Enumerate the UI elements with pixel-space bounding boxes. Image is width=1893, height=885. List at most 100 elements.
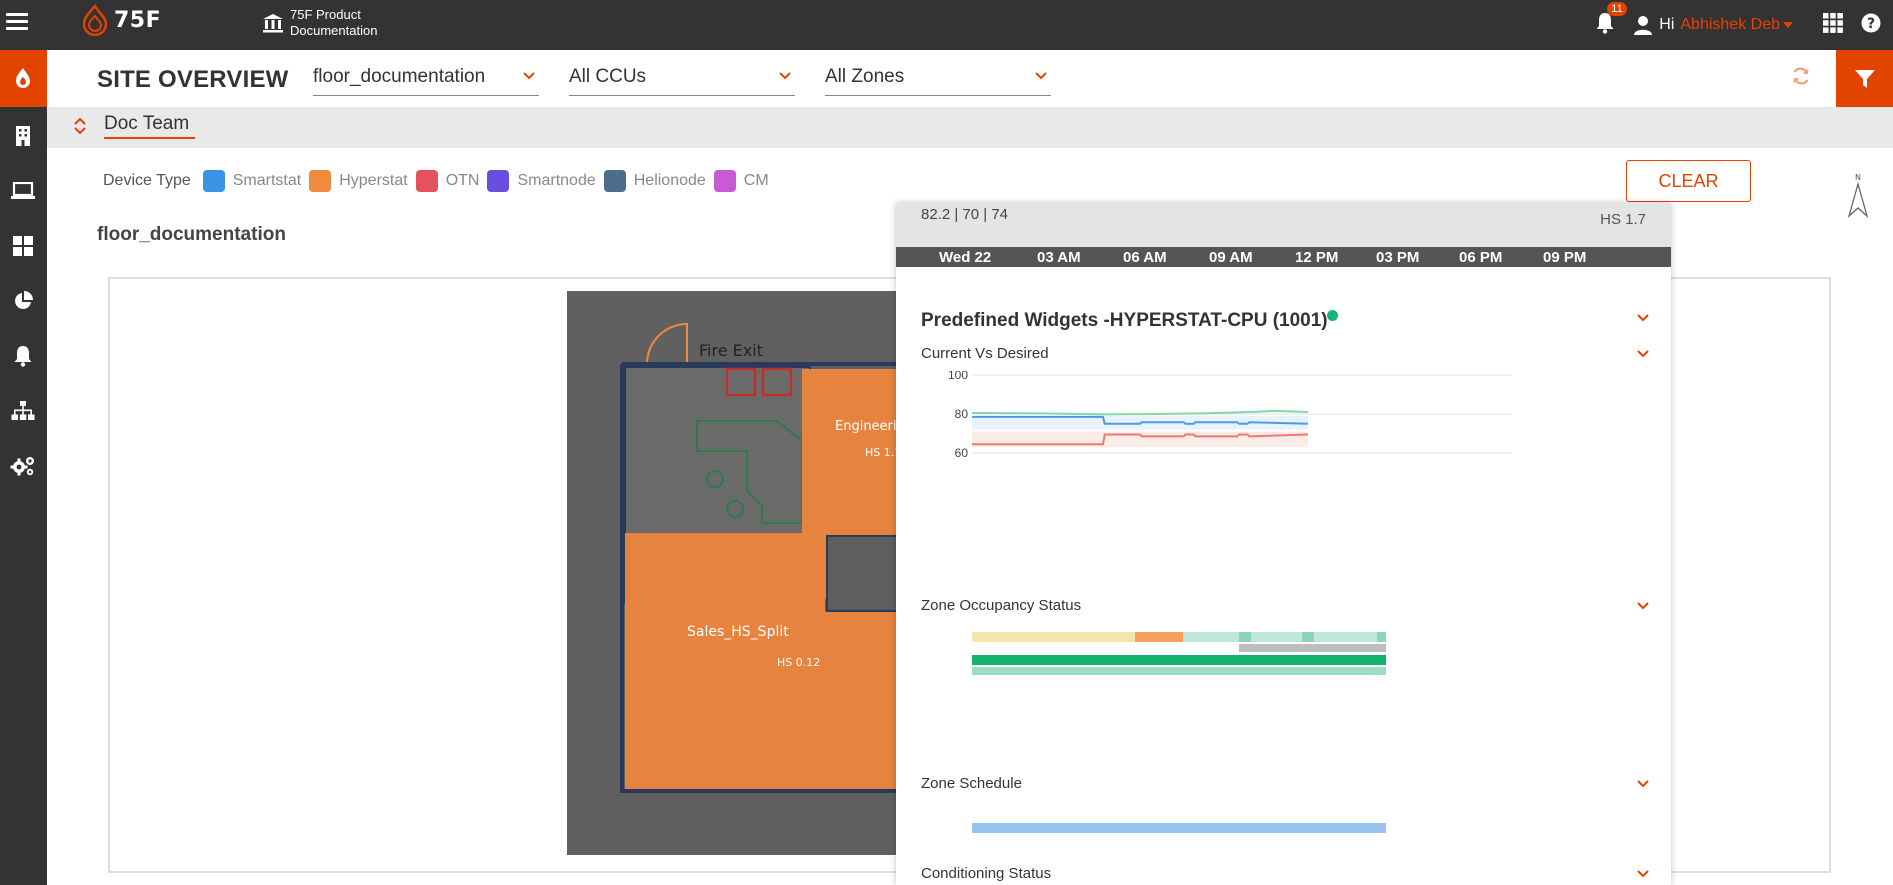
zone-detail-popup: 82.2 | 70 | 74 HS 1.7 Wed 22 03 AM 06 AM… bbox=[896, 203, 1671, 885]
sidebar-item-heatmap[interactable] bbox=[0, 50, 47, 107]
time-tick: 09 AM bbox=[1209, 249, 1253, 266]
time-tick: 03 PM bbox=[1376, 249, 1420, 266]
online-status-dot bbox=[1327, 310, 1338, 321]
user-icon bbox=[1634, 16, 1653, 35]
device-label: HS 1.7 bbox=[1600, 211, 1646, 228]
page-header: SITE OVERVIEW floor_documentation All CC… bbox=[47, 50, 1893, 107]
flame-logo-icon bbox=[82, 4, 108, 36]
chevron-down-icon[interactable] bbox=[1637, 870, 1649, 878]
legend-swatch bbox=[309, 170, 332, 192]
legend-item-label: Smartnode bbox=[517, 172, 596, 189]
zone-engineering-label: Engineeri bbox=[835, 419, 897, 434]
zone-dropdown[interactable]: All Zones bbox=[825, 66, 1051, 96]
zone-dropdown-value: All Zones bbox=[825, 66, 905, 87]
legend-item-hyperstat[interactable]: Hyperstat bbox=[309, 170, 408, 192]
legend-swatch bbox=[713, 170, 736, 192]
temperature-readings: 82.2 | 70 | 74 bbox=[921, 206, 1009, 223]
legend-swatch bbox=[487, 170, 510, 192]
legend-item-smartstat[interactable]: Smartstat bbox=[202, 170, 302, 192]
refresh-button[interactable] bbox=[1791, 66, 1811, 91]
laptop-icon bbox=[11, 182, 35, 199]
pie-chart-icon bbox=[15, 291, 33, 309]
legend-item-label: OTN bbox=[445, 172, 480, 189]
legend-item-cm[interactable]: CM bbox=[713, 170, 769, 192]
sidebar-item-analytics[interactable] bbox=[8, 286, 38, 316]
sidebar-item-devices[interactable] bbox=[8, 176, 38, 206]
logo[interactable]: 75F bbox=[80, 4, 161, 36]
chevron-down-icon[interactable] bbox=[1637, 780, 1649, 788]
y-tick-label: 60 bbox=[955, 446, 969, 460]
floor-dropdown-value: floor_documentation bbox=[313, 66, 486, 87]
dashboard-icon bbox=[13, 236, 33, 256]
help-icon[interactable]: ? bbox=[1861, 13, 1881, 38]
sitemap-icon bbox=[11, 401, 35, 420]
gears-icon bbox=[10, 457, 34, 476]
sidebar-item-dashboard[interactable] bbox=[8, 231, 38, 261]
legend-item-smartnode[interactable]: Smartnode bbox=[487, 170, 596, 192]
sidebar-item-alerts[interactable] bbox=[8, 341, 38, 371]
user-menu[interactable]: Hi Abhishek Deb bbox=[1633, 15, 1793, 35]
apps-grid-icon[interactable] bbox=[1823, 12, 1843, 38]
legend-item-helionode[interactable]: Helionode bbox=[603, 170, 706, 192]
y-tick-label: 80 bbox=[955, 407, 969, 421]
chevron-down-icon bbox=[523, 72, 535, 80]
building-icon bbox=[16, 126, 30, 146]
zone-schedule-bar bbox=[972, 823, 1386, 833]
time-tick: Wed 22 bbox=[939, 249, 992, 266]
zone-occupancy-timeline bbox=[972, 632, 1386, 675]
sidebar-item-hierarchy[interactable] bbox=[8, 396, 38, 426]
zone-sales-label: Sales_HS_Split bbox=[687, 624, 789, 640]
y-tick-label: 100 bbox=[948, 371, 968, 382]
notifications-button[interactable]: 11 bbox=[1595, 1, 1627, 39]
floor-title: floor_documentation bbox=[97, 224, 286, 245]
sidebar bbox=[0, 50, 47, 885]
site-name-line1: 75F Product bbox=[290, 7, 361, 22]
menu-icon[interactable] bbox=[6, 13, 28, 31]
time-tick: 09 PM bbox=[1543, 249, 1587, 266]
site-selector[interactable]: 75F Product Documentation bbox=[262, 7, 377, 39]
legend-item-label: Helionode bbox=[633, 172, 706, 189]
sidebar-item-buildings[interactable] bbox=[8, 121, 38, 151]
fire-exit-label: Fire Exit bbox=[699, 341, 763, 360]
chevron-down-icon bbox=[779, 72, 791, 80]
floor-plan: Fire Exit Engineeri HS 1.1 Sales_HS_Spli… bbox=[567, 291, 897, 855]
team-name[interactable]: Doc Team bbox=[104, 113, 196, 139]
chevron-down-icon[interactable] bbox=[1637, 602, 1649, 610]
time-axis: Wed 22 03 AM 06 AM 09 AM 12 PM 03 PM 06 … bbox=[896, 247, 1671, 267]
device-type-legend: Device Type Smartstat Hyperstat OTN Smar… bbox=[103, 170, 777, 192]
time-tick: 03 AM bbox=[1037, 249, 1081, 266]
bell-icon bbox=[14, 346, 32, 367]
time-tick: 06 AM bbox=[1123, 249, 1167, 266]
greeting: Hi bbox=[1659, 16, 1675, 33]
clear-button[interactable]: CLEAR bbox=[1626, 160, 1751, 202]
building-icon bbox=[263, 14, 283, 33]
legend-item-label: Smartstat bbox=[232, 172, 302, 189]
chevron-down-icon[interactable] bbox=[1637, 314, 1649, 322]
zone-sales-hs: HS 0.12 bbox=[777, 656, 820, 669]
legend-item-otn[interactable]: OTN bbox=[415, 170, 480, 192]
legend-label: Device Type bbox=[103, 172, 191, 189]
section-conditioning-status: Conditioning Status bbox=[921, 865, 1052, 882]
svg-text:?: ? bbox=[1867, 16, 1875, 32]
expand-collapse-icon[interactable] bbox=[74, 116, 86, 141]
page-title: SITE OVERVIEW bbox=[97, 66, 289, 93]
north-compass-icon: N bbox=[1845, 172, 1871, 225]
notification-badge: 11 bbox=[1607, 1, 1627, 16]
widget-title: Predefined Widgets -HYPERSTAT-CPU (1001) bbox=[921, 310, 1328, 331]
refresh-icon bbox=[1793, 67, 1809, 85]
top-bar: 75F 75F Product Documentation 11 Hi Abhi… bbox=[0, 0, 1893, 50]
chevron-down-icon[interactable] bbox=[1637, 350, 1649, 358]
site-name-line2: Documentation bbox=[290, 23, 378, 38]
floor-dropdown[interactable]: floor_documentation bbox=[313, 66, 539, 96]
sidebar-item-settings[interactable] bbox=[8, 451, 38, 481]
ccu-dropdown[interactable]: All CCUs bbox=[569, 66, 795, 96]
chevron-down-icon bbox=[1035, 72, 1047, 80]
zone-engineering-hs: HS 1.1 bbox=[865, 446, 897, 459]
caret-down-icon bbox=[1783, 22, 1793, 28]
flame-icon bbox=[16, 68, 30, 88]
section-zone-schedule: Zone Schedule bbox=[921, 775, 1022, 792]
time-tick: 12 PM bbox=[1295, 249, 1339, 266]
current-vs-desired-chart: 100 80 60 bbox=[948, 371, 1512, 460]
filter-button[interactable] bbox=[1836, 50, 1893, 107]
section-current-vs-desired: Current Vs Desired bbox=[921, 345, 1049, 362]
